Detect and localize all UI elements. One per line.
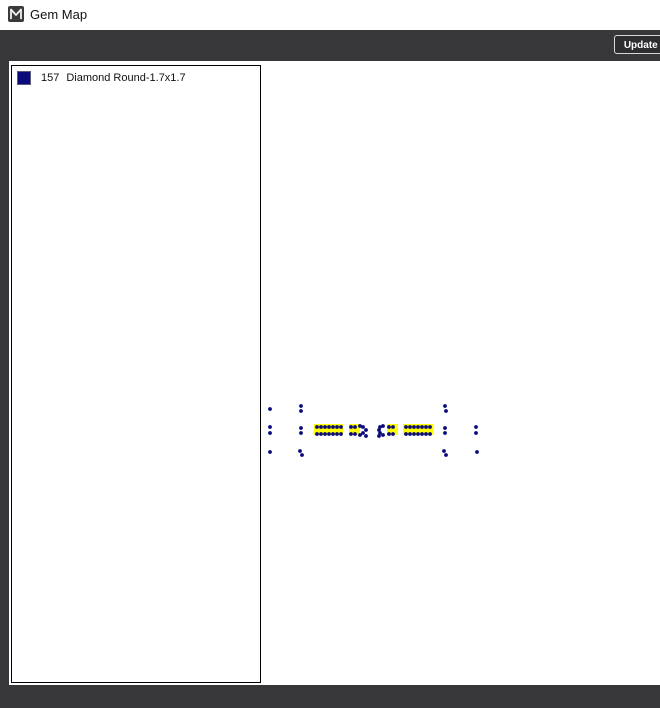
diamond-stone-marker[interactable] — [474, 431, 478, 435]
diamond-stone-marker[interactable] — [268, 450, 272, 454]
frame-bottom — [0, 685, 660, 708]
diamond-stone-marker[interactable] — [268, 431, 272, 435]
diamond-stone-marker[interactable] — [349, 432, 353, 436]
toolbar: Update S — [0, 30, 660, 61]
diamond-stone-marker[interactable] — [474, 425, 478, 429]
diamond-stone-marker[interactable] — [349, 425, 353, 429]
diamond-stone-marker[interactable] — [391, 432, 395, 436]
diamond-stone-marker[interactable] — [331, 425, 335, 429]
diamond-stone-marker[interactable] — [412, 432, 416, 436]
diamond-stone-marker[interactable] — [268, 407, 272, 411]
legend-item[interactable]: 157 Diamond Round-1.7x1.7 — [17, 70, 186, 86]
diamond-stone-marker[interactable] — [299, 409, 303, 413]
gem-map-canvas[interactable] — [262, 61, 660, 685]
diamond-stone-marker[interactable] — [353, 425, 357, 429]
window-title: Gem Map — [30, 7, 88, 22]
legend-count: 157 — [41, 72, 60, 84]
stone-markers — [268, 404, 479, 457]
frame-left — [0, 61, 9, 685]
diamond-stone-marker[interactable] — [364, 428, 368, 432]
diamond-stone-marker[interactable] — [420, 425, 424, 429]
diamond-stone-marker[interactable] — [443, 404, 447, 408]
gem-legend-panel: 157 Diamond Round-1.7x1.7 — [11, 65, 261, 683]
diamond-stone-marker[interactable] — [323, 425, 327, 429]
gem-map-window: Gem Map Update S 157 Diamond Round-1.7x1… — [0, 0, 660, 708]
legend-name: Diamond Round-1.7x1.7 — [66, 72, 186, 84]
diamond-stone-marker[interactable] — [416, 432, 420, 436]
diamond-stone-marker[interactable] — [323, 432, 327, 436]
diamond-stone-marker[interactable] — [353, 432, 357, 436]
diamond-stone-marker[interactable] — [475, 450, 479, 454]
diamond-stone-marker[interactable] — [299, 431, 303, 435]
diamond-stone-marker[interactable] — [299, 426, 303, 430]
diamond-stone-marker[interactable] — [444, 409, 448, 413]
diamond-stone-marker[interactable] — [268, 425, 272, 429]
diamond-stone-marker[interactable] — [387, 432, 391, 436]
diamond-stone-marker[interactable] — [387, 425, 391, 429]
update-button[interactable]: Update S — [614, 35, 660, 54]
diamond-stone-marker[interactable] — [391, 425, 395, 429]
diamond-stone-marker[interactable] — [442, 449, 446, 453]
diamond-stone-marker[interactable] — [381, 433, 385, 437]
diamond-stone-marker[interactable] — [339, 425, 343, 429]
diamond-stone-marker[interactable] — [361, 425, 365, 429]
diamond-stone-marker[interactable] — [404, 425, 408, 429]
diamond-stone-marker[interactable] — [364, 434, 368, 438]
diamond-stone-marker[interactable] — [319, 425, 323, 429]
diamond-stone-marker[interactable] — [408, 425, 412, 429]
diamond-stone-marker[interactable] — [335, 432, 339, 436]
diamond-stone-marker[interactable] — [443, 431, 447, 435]
diamond-stone-marker[interactable] — [299, 404, 303, 408]
diamond-stone-marker[interactable] — [335, 425, 339, 429]
diamond-stone-marker[interactable] — [300, 453, 304, 457]
diamond-stone-marker[interactable] — [327, 425, 331, 429]
title-bar: Gem Map — [0, 0, 660, 30]
diamond-stone-marker[interactable] — [319, 432, 323, 436]
diamond-stone-marker[interactable] — [428, 432, 432, 436]
diamond-stone-marker[interactable] — [416, 425, 420, 429]
diamond-stone-marker[interactable] — [331, 432, 335, 436]
diamond-stone-marker[interactable] — [428, 425, 432, 429]
m-logo-icon — [8, 6, 24, 22]
diamond-stone-marker[interactable] — [424, 425, 428, 429]
diamond-stone-marker[interactable] — [412, 425, 416, 429]
diamond-stone-marker[interactable] — [339, 432, 343, 436]
diamond-stone-marker[interactable] — [327, 432, 331, 436]
gem-map-svg — [268, 404, 479, 457]
diamond-stone-marker[interactable] — [444, 453, 448, 457]
diamond-stone-marker[interactable] — [424, 432, 428, 436]
diamond-stone-marker[interactable] — [404, 432, 408, 436]
diamond-stone-marker[interactable] — [443, 426, 447, 430]
diamond-stone-marker[interactable] — [377, 434, 381, 438]
legend-color-swatch — [17, 71, 31, 85]
diamond-stone-marker[interactable] — [358, 433, 362, 437]
diamond-stone-marker[interactable] — [408, 432, 412, 436]
diamond-stone-marker[interactable] — [315, 425, 319, 429]
diamond-stone-marker[interactable] — [298, 449, 302, 453]
diamond-stone-marker[interactable] — [315, 432, 319, 436]
diamond-stone-marker[interactable] — [420, 432, 424, 436]
